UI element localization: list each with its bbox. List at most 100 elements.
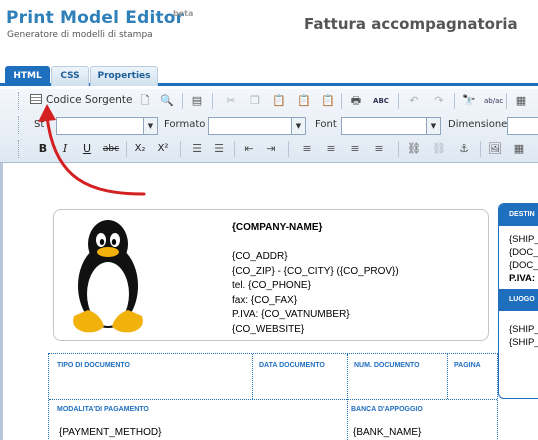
link-icon[interactable]: ⛓ — [405, 140, 423, 158]
doc-line: {DOC_ — [509, 260, 538, 271]
cut-icon[interactable]: ✂ — [222, 92, 240, 110]
new-page-icon[interactable]: 🗋 — [136, 92, 154, 110]
company-phone: tel. {CO_PHONE} — [232, 280, 311, 291]
tab-html[interactable]: HTML — [5, 66, 50, 86]
bold-button[interactable]: B — [34, 140, 52, 158]
anchor-icon[interactable]: ⚓ — [455, 140, 473, 158]
italic-button[interactable]: I — [56, 140, 74, 158]
paste-text-icon[interactable]: 📋 — [295, 92, 313, 110]
toolbar-separator — [180, 141, 181, 157]
document-info-table: TIPO DI DOCUMENTO DATA DOCUMENTO NUM. DO… — [48, 353, 498, 440]
select-all-icon[interactable]: ▦ — [512, 92, 530, 110]
shipping-destination-header: DESTIN — [499, 204, 538, 226]
col-document-date: DATA DOCUMENTO — [259, 362, 325, 369]
align-center-icon[interactable]: ≡ — [322, 140, 340, 158]
align-left-icon[interactable]: ≡ — [298, 140, 316, 158]
toolbar-separator — [398, 93, 399, 109]
style-label: St — [34, 119, 45, 130]
company-fax: fax: {CO_FAX} — [232, 294, 298, 306]
company-website: {CO_WEBSITE} — [232, 323, 305, 335]
toolbar-separator — [212, 93, 213, 109]
doc-line: {DOC_ — [509, 247, 538, 258]
col-document-number: NUM. DOCUMENTO — [354, 362, 420, 369]
tab-css[interactable]: CSS — [51, 66, 89, 86]
align-right-icon[interactable]: ≡ — [346, 140, 364, 158]
font-label: Font — [315, 119, 337, 130]
spellcheck-icon[interactable]: ABC — [372, 92, 390, 110]
company-details: {CO_ADDR} {CO_ZIP} - {CO_CITY} ({CO_PROV… — [232, 250, 399, 337]
ship-line: {SHIP_ — [509, 234, 538, 245]
app-title: Print Model Editor — [6, 8, 185, 28]
beta-badge: beta — [173, 9, 194, 18]
editor-tabbar: HTML CSS Properties — [0, 62, 538, 86]
format-label: Formato — [164, 119, 206, 130]
piva-line: P.IVA: — [509, 273, 536, 284]
toolbar-separator — [398, 141, 399, 157]
document-title: Fattura accompagnatoria — [304, 15, 518, 33]
app-header: Print Model Editor beta Generatore di mo… — [0, 0, 538, 62]
app-subtitle: Generatore di modelli di stampa — [7, 30, 153, 40]
col-document-type: TIPO DI DOCUMENTO — [57, 362, 130, 369]
font-select[interactable]: ▼ — [341, 117, 441, 135]
size-label: Dimensione — [448, 119, 508, 130]
format-select[interactable]: ▼ — [208, 117, 306, 135]
table-icon[interactable]: ▦ — [510, 140, 528, 158]
toolbar-grip[interactable] — [18, 92, 21, 110]
source-icon — [30, 94, 42, 104]
find-icon[interactable]: 🔭 — [460, 92, 478, 110]
toolbar-grip[interactable] — [18, 116, 21, 134]
size-select[interactable] — [507, 117, 538, 135]
chevron-down-icon: ▼ — [143, 118, 157, 134]
subscript-button[interactable]: X₂ — [131, 140, 149, 158]
toolbar-separator — [288, 141, 289, 157]
ship-line: {SHIP_ — [509, 337, 538, 348]
toolbar-separator — [126, 141, 127, 157]
toolbar-separator — [506, 93, 507, 109]
tux-penguin-icon — [73, 220, 143, 333]
col-payment-method: MODALITA'DI PAGAMENTO — [57, 406, 149, 413]
col-bank: BANCA D'APPOGGIO — [351, 406, 423, 413]
replace-icon[interactable]: ab/ac — [484, 92, 503, 110]
tab-properties[interactable]: Properties — [90, 66, 158, 86]
paste-icon[interactable]: 📋 — [270, 92, 288, 110]
indent-icon[interactable]: ⇥ — [262, 140, 280, 158]
undo-icon[interactable]: ↶ — [405, 92, 423, 110]
toolbar-separator — [454, 93, 455, 109]
company-header-box: {COMPANY-NAME} {CO_ADDR} {CO_ZIP} - {CO_… — [53, 209, 489, 341]
preview-icon[interactable]: 🔍 — [158, 92, 176, 110]
superscript-button[interactable]: X² — [154, 140, 172, 158]
style-select[interactable]: ▼ — [56, 117, 158, 135]
redo-icon[interactable]: ↷ — [430, 92, 448, 110]
source-code-label: Codice Sorgente — [46, 94, 133, 106]
company-zip-city: {CO_ZIP} - {CO_CITY} ({CO_PROV}) — [232, 265, 399, 277]
toolbar-grip[interactable] — [18, 140, 21, 158]
chevron-down-icon: ▼ — [291, 118, 305, 134]
editor-content[interactable]: {COMPANY-NAME} {CO_ADDR} {CO_ZIP} - {CO_… — [0, 163, 538, 440]
company-vat: P.IVA: {CO_VATNUMBER} — [232, 309, 350, 320]
ship-line: {SHIP_ — [509, 324, 538, 335]
align-justify-icon[interactable]: ≡ — [370, 140, 388, 158]
bulleted-list-icon[interactable]: ☰ — [210, 140, 228, 158]
copy-icon[interactable]: ❐ — [246, 92, 264, 110]
editor-toolbar: Codice Sorgente 🗋 🔍 ▤ ✂ ❐ 📋 📋 📋 🖶 ABC ↶ … — [0, 89, 538, 163]
chevron-down-icon: ▼ — [426, 118, 440, 134]
outdent-icon[interactable]: ⇤ — [240, 140, 258, 158]
print-icon[interactable]: 🖶 — [347, 92, 365, 110]
templates-icon[interactable]: ▤ — [188, 92, 206, 110]
shipping-place-header: LUOGO — [499, 289, 538, 311]
toolbar-separator — [234, 141, 235, 157]
numbered-list-icon[interactable]: ☰ — [188, 140, 206, 158]
toolbar-separator — [182, 93, 183, 109]
source-code-button[interactable]: Codice Sorgente — [30, 91, 133, 109]
toolbar-separator — [480, 141, 481, 157]
underline-button[interactable]: U — [78, 140, 96, 158]
col-page: PAGINA — [454, 362, 481, 369]
paste-word-icon[interactable]: 📋 — [319, 92, 337, 110]
strikethrough-button[interactable]: abc — [100, 140, 122, 158]
payment-method-value: {PAYMENT_METHOD} — [59, 427, 162, 438]
toolbar-separator — [341, 93, 342, 109]
unlink-icon[interactable]: ⛓ — [430, 140, 448, 158]
image-icon[interactable]: 🖼 — [486, 140, 504, 158]
company-address: {CO_ADDR} — [232, 251, 288, 262]
shipping-box: DESTIN {SHIP_ {DOC_ {DOC_ P.IVA: LUOGO {… — [498, 203, 538, 399]
